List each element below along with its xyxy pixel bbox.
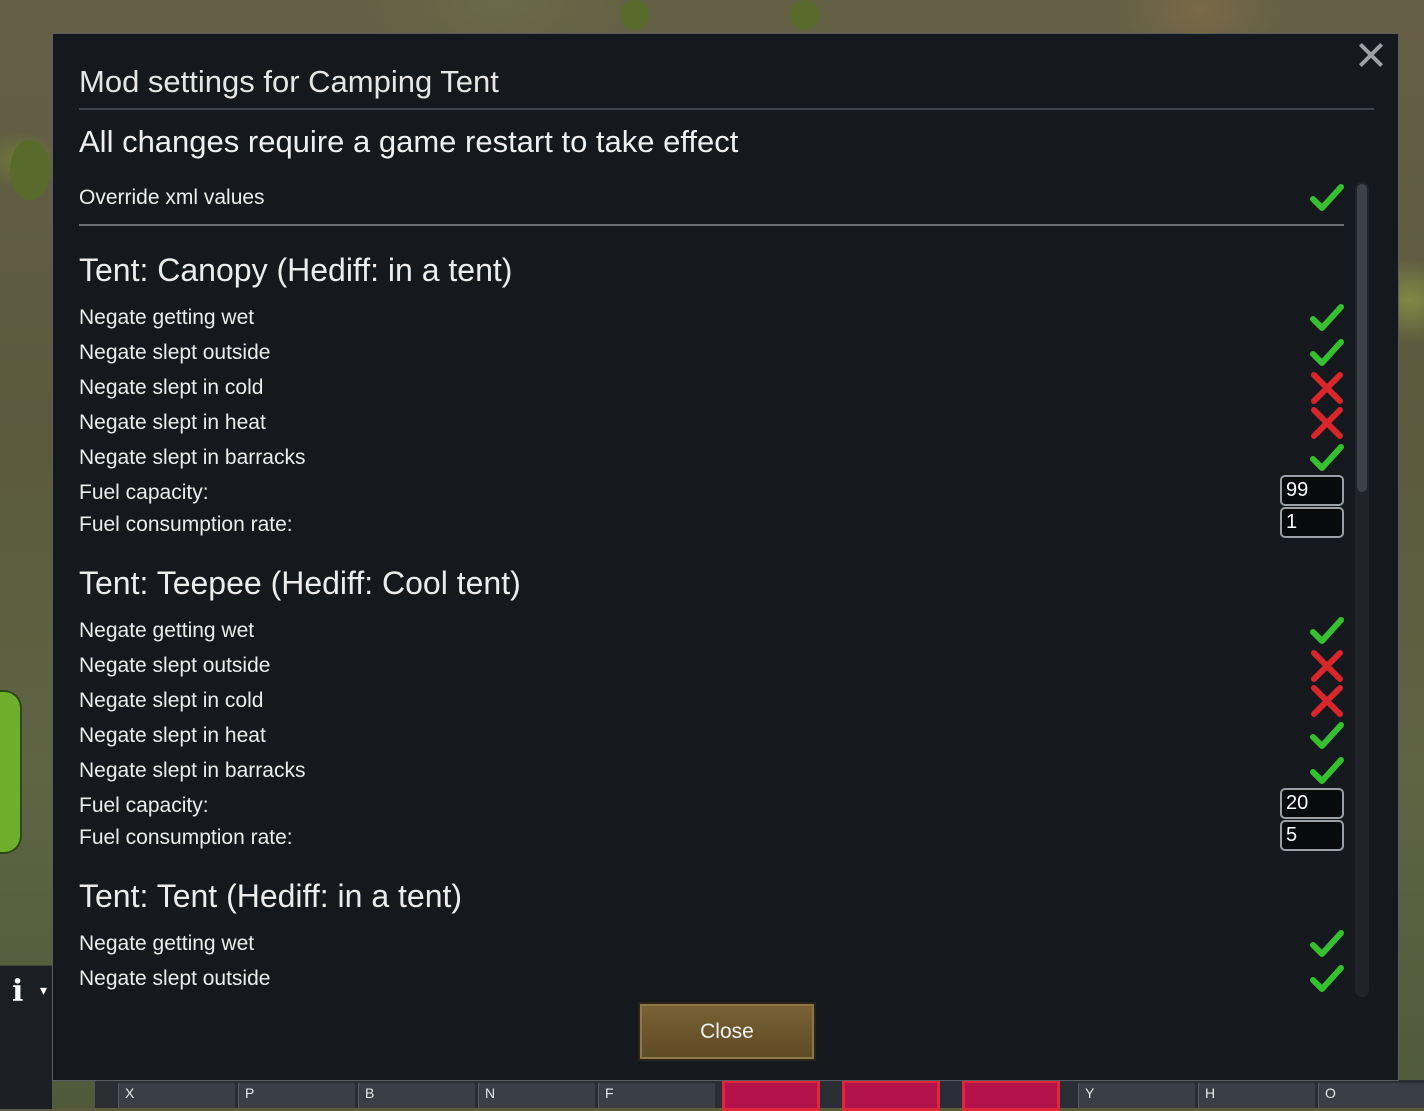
cross-icon[interactable] [1310, 407, 1344, 439]
toggle-label: Negate slept in barracks [79, 759, 306, 782]
toggle-label: Negate slept in cold [79, 689, 264, 712]
toggle-row: Negate getting wet [79, 928, 1344, 960]
hotbar-slot[interactable]: Y [1078, 1083, 1195, 1108]
hotbar-key-label: N [485, 1085, 496, 1101]
hotbar-slot[interactable]: F [598, 1083, 715, 1108]
toggle-row: Negate slept outside [79, 963, 1344, 995]
toggle-label: Negate slept in heat [79, 411, 266, 434]
scrollbar[interactable] [1355, 182, 1369, 997]
toggle-label: Negate getting wet [79, 932, 255, 955]
fuel-capacity-row: Fuel capacity: 99 [79, 475, 1344, 509]
toggle-row: Negate slept in barracks [79, 755, 1344, 787]
creature-sprite [0, 690, 22, 854]
tree-icon [10, 140, 50, 200]
toggle-row: Negate getting wet [79, 615, 1344, 647]
toggle-label: Negate slept outside [79, 967, 271, 990]
hotbar-key-label: P [245, 1085, 255, 1101]
toggle-row: Negate slept outside [79, 650, 1344, 682]
fuel-capacity-label: Fuel capacity: [79, 794, 209, 817]
check-icon[interactable] [1310, 720, 1344, 752]
toggle-label: Negate slept in heat [79, 724, 266, 747]
check-icon[interactable] [1310, 615, 1344, 647]
fuel-capacity-input[interactable]: 20 [1280, 788, 1344, 819]
check-icon[interactable] [1310, 963, 1344, 995]
toggle-row: Negate slept in cold [79, 372, 1344, 404]
fuel-rate-label: Fuel consumption rate: [79, 513, 293, 536]
toggle-label: Negate getting wet [79, 306, 255, 329]
toggle-label: Negate slept outside [79, 341, 271, 364]
section-divider [79, 224, 1344, 226]
hotbar-key-label: F [605, 1085, 614, 1101]
close-button[interactable]: Close [638, 1002, 816, 1061]
fuel-rate-label: Fuel consumption rate: [79, 826, 293, 849]
check-icon[interactable] [1310, 755, 1344, 787]
toggle-label: Negate slept outside [79, 654, 271, 677]
fuel-capacity-input[interactable]: 99 [1280, 475, 1344, 506]
close-icon[interactable] [1354, 38, 1388, 72]
fuel-rate-input[interactable]: 1 [1280, 507, 1344, 538]
toggle-row: Negate slept in cold [79, 685, 1344, 717]
check-icon[interactable] [1310, 928, 1344, 960]
hotbar-key-label: X [125, 1085, 135, 1101]
toggle-row: Negate getting wet [79, 302, 1344, 334]
toggle-row: Negate slept in barracks [79, 442, 1344, 474]
hotbar-slot[interactable]: X [118, 1083, 235, 1108]
mod-settings-dialog: Mod settings for Camping Tent All change… [52, 33, 1399, 1081]
chevron-down-icon[interactable]: ▾ [40, 982, 47, 999]
fuel-rate-row: Fuel consumption rate: 1 [79, 507, 1344, 541]
hotbar-slot[interactable] [962, 1080, 1060, 1111]
tree-icon [790, 0, 820, 30]
info-icon[interactable]: i [12, 974, 23, 1009]
override-row: Override xml values [79, 182, 1344, 214]
dialog-title: Mod settings for Camping Tent [79, 64, 499, 99]
fuel-capacity-row: Fuel capacity: 20 [79, 788, 1344, 822]
override-label: Override xml values [79, 186, 265, 209]
toggle-row: Negate slept outside [79, 337, 1344, 369]
settings-scroll-area[interactable]: Override xml values Tent: Canopy (Hediff… [79, 182, 1344, 997]
check-icon[interactable] [1310, 182, 1344, 214]
fuel-rate-input[interactable]: 5 [1280, 820, 1344, 851]
fuel-rate-row: Fuel consumption rate: 5 [79, 820, 1344, 854]
cross-icon[interactable] [1310, 685, 1344, 717]
toggle-label: Negate getting wet [79, 619, 255, 642]
check-icon[interactable] [1310, 442, 1344, 474]
hotbar-slot[interactable] [722, 1080, 820, 1111]
toggle-row: Negate slept in heat [79, 407, 1344, 439]
hotbar-key-label: H [1205, 1085, 1216, 1101]
section-title: Tent: Teepee (Hediff: Cool tent) [79, 565, 521, 601]
tree-icon [620, 0, 650, 30]
restart-notice: All changes require a game restart to ta… [79, 124, 739, 159]
check-icon[interactable] [1310, 302, 1344, 334]
section-title: Tent: Tent (Hediff: in a tent) [79, 878, 463, 914]
hotbar-slot[interactable]: H [1198, 1083, 1315, 1108]
cross-icon[interactable] [1310, 650, 1344, 682]
check-icon[interactable] [1310, 337, 1344, 369]
toggle-label: Negate slept in cold [79, 376, 264, 399]
fuel-capacity-label: Fuel capacity: [79, 481, 209, 504]
hotbar-slot[interactable]: N [478, 1083, 595, 1108]
hotbar-slot[interactable]: P [238, 1083, 355, 1108]
toggle-row: Negate slept in heat [79, 720, 1344, 752]
title-divider [79, 108, 1374, 110]
toggle-label: Negate slept in barracks [79, 446, 306, 469]
hotbar-slot[interactable] [842, 1080, 940, 1111]
section-title: Tent: Canopy (Hediff: in a tent) [79, 252, 513, 288]
hotbar-key-label: Y [1085, 1085, 1095, 1101]
hotbar-key-label: O [1325, 1085, 1336, 1101]
hotbar-slot[interactable]: O [1318, 1083, 1424, 1108]
cross-icon[interactable] [1310, 372, 1344, 404]
hotbar-key-label: B [365, 1085, 375, 1101]
hotbar-slot[interactable]: B [358, 1083, 475, 1108]
scrollbar-thumb[interactable] [1357, 184, 1367, 492]
